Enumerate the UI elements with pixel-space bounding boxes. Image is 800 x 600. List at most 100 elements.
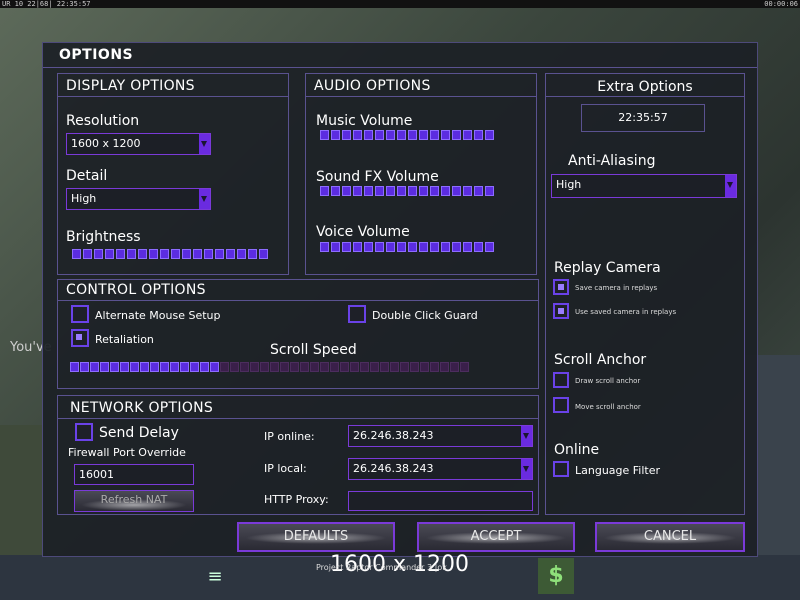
slider-segment[interactable] [397,130,406,140]
slider-segment[interactable] [353,130,362,140]
alternate-mouse-checkbox[interactable] [71,305,89,323]
slider-segment[interactable] [430,186,439,196]
slider-segment[interactable] [452,242,461,252]
move-anchor-checkbox[interactable] [553,397,569,413]
money-icon[interactable]: $ [538,558,574,594]
accept-button[interactable]: ACCEPT [417,522,575,552]
slider-segment[interactable] [160,362,169,372]
slider-segment[interactable] [474,130,483,140]
http-proxy-input[interactable] [348,491,533,511]
slider-segment[interactable] [105,249,114,259]
slider-segment[interactable] [237,249,246,259]
slider-segment[interactable] [250,362,259,372]
slider-segment[interactable] [430,242,439,252]
slider-segment[interactable] [215,249,224,259]
slider-segment[interactable] [397,186,406,196]
slider-segment[interactable] [440,362,449,372]
slider-segment[interactable] [353,242,362,252]
slider-segment[interactable] [375,186,384,196]
slider-segment[interactable] [204,249,213,259]
slider-segment[interactable] [290,362,299,372]
slider-segment[interactable] [410,362,419,372]
firewall-port-input[interactable]: 16001 [74,464,194,485]
save-camera-checkbox[interactable] [553,279,569,295]
slider-segment[interactable] [474,186,483,196]
slider-segment[interactable] [320,130,329,140]
slider-segment[interactable] [220,362,229,372]
slider-segment[interactable] [350,362,359,372]
slider-segment[interactable] [260,362,269,372]
slider-segment[interactable] [138,249,147,259]
slider-segment[interactable] [100,362,109,372]
slider-segment[interactable] [320,362,329,372]
slider-segment[interactable] [485,186,494,196]
slider-segment[interactable] [408,186,417,196]
slider-segment[interactable] [320,186,329,196]
slider-segment[interactable] [130,362,139,372]
retaliation-checkbox[interactable] [71,329,89,347]
slider-segment[interactable] [331,130,340,140]
slider-segment[interactable] [340,362,349,372]
slider-segment[interactable] [230,362,239,372]
ip-local-select[interactable]: 26.246.38.243 [348,458,533,480]
slider-segment[interactable] [200,362,209,372]
slider-segment[interactable] [150,362,159,372]
detail-select[interactable]: High [66,188,211,210]
music-volume-slider[interactable] [320,130,494,140]
slider-segment[interactable] [408,242,417,252]
scroll-speed-slider[interactable] [70,362,469,372]
brightness-slider[interactable] [72,249,268,259]
slider-segment[interactable] [485,242,494,252]
slider-segment[interactable] [80,362,89,372]
slider-segment[interactable] [270,362,279,372]
slider-segment[interactable] [248,249,257,259]
sfx-volume-slider[interactable] [320,186,494,196]
slider-segment[interactable] [370,362,379,372]
slider-segment[interactable] [280,362,289,372]
refresh-nat-button[interactable]: Refresh NAT [74,490,194,512]
slider-segment[interactable] [240,362,249,372]
use-camera-checkbox[interactable] [553,303,569,319]
double-click-guard-checkbox[interactable] [348,305,366,323]
defaults-button[interactable]: DEFAULTS [237,522,395,552]
slider-segment[interactable] [120,362,129,372]
slider-segment[interactable] [360,362,369,372]
slider-segment[interactable] [149,249,158,259]
language-filter-checkbox[interactable] [553,461,569,477]
slider-segment[interactable] [342,130,351,140]
slider-segment[interactable] [226,249,235,259]
voice-volume-slider[interactable] [320,242,494,252]
chevron-down-icon[interactable] [725,175,736,197]
slider-segment[interactable] [330,362,339,372]
slider-segment[interactable] [474,242,483,252]
slider-segment[interactable] [170,362,179,372]
resolution-select[interactable]: 1600 x 1200 [66,133,211,155]
slider-segment[interactable] [342,186,351,196]
slider-segment[interactable] [90,362,99,372]
slider-segment[interactable] [94,249,103,259]
chevron-down-icon[interactable] [521,426,532,446]
slider-segment[interactable] [320,242,329,252]
slider-segment[interactable] [110,362,119,372]
slider-segment[interactable] [419,186,428,196]
slider-segment[interactable] [116,249,125,259]
ip-online-select[interactable]: 26.246.38.243 [348,425,533,447]
slider-segment[interactable] [342,242,351,252]
slider-segment[interactable] [441,186,450,196]
slider-segment[interactable] [463,242,472,252]
slider-segment[interactable] [210,362,219,372]
slider-segment[interactable] [386,186,395,196]
slider-segment[interactable] [463,186,472,196]
slider-segment[interactable] [441,130,450,140]
slider-segment[interactable] [72,249,81,259]
slider-segment[interactable] [441,242,450,252]
slider-segment[interactable] [331,242,340,252]
slider-segment[interactable] [353,186,362,196]
slider-segment[interactable] [380,362,389,372]
chevron-down-icon[interactable] [199,189,210,209]
slider-segment[interactable] [430,130,439,140]
slider-segment[interactable] [408,130,417,140]
slider-segment[interactable] [400,362,409,372]
slider-segment[interactable] [452,130,461,140]
cancel-button[interactable]: CANCEL [595,522,745,552]
